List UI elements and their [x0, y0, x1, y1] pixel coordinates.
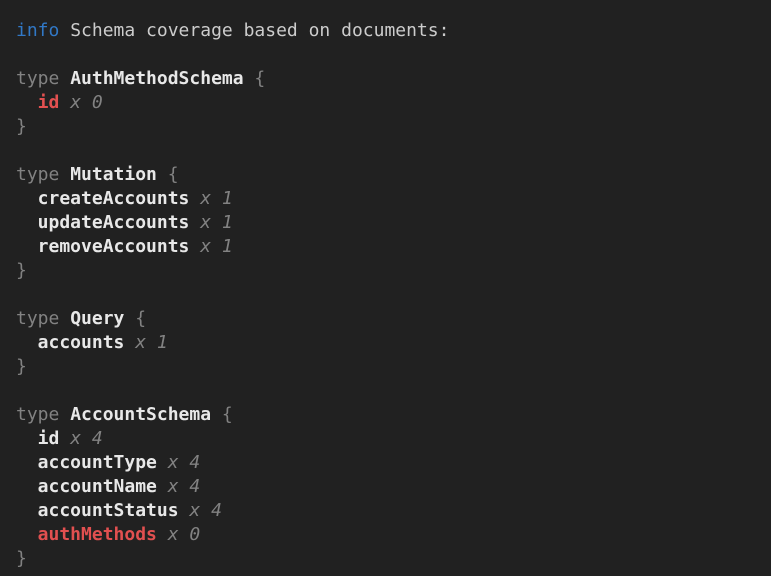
type-close-line: } — [16, 355, 763, 379]
type-name: Query — [70, 308, 124, 329]
field-line: idx4 — [16, 427, 763, 451]
field-line: accountType x4 — [16, 451, 763, 475]
hit-count: 1 — [222, 212, 233, 233]
hit-count: 4 — [189, 452, 200, 473]
type-close-line: } — [16, 547, 763, 571]
blank-line — [16, 43, 763, 67]
type-keyword: type — [16, 164, 59, 185]
field-line: accountName x4 — [16, 475, 763, 499]
field-name: id — [38, 428, 60, 449]
field-name: accountName — [38, 476, 157, 497]
open-brace: { — [135, 308, 146, 329]
type-open-line: type Mutation { — [16, 163, 763, 187]
field-name: accounts — [38, 332, 125, 353]
field-name: createAccounts — [38, 188, 190, 209]
blank-line — [16, 379, 763, 403]
close-brace: } — [16, 260, 27, 281]
hits-prefix: x — [168, 476, 179, 497]
type-keyword: type — [16, 308, 59, 329]
field-line: createAccounts x1 — [16, 187, 763, 211]
blank-line — [16, 139, 763, 163]
hits-prefix: x — [70, 92, 81, 113]
type-open-line: type AuthMethodSchema { — [16, 67, 763, 91]
close-brace: } — [16, 548, 27, 569]
hit-count: 4 — [189, 476, 200, 497]
info-label: info — [16, 20, 59, 41]
field-name: updateAccounts — [38, 212, 190, 233]
type-name: Mutation — [70, 164, 157, 185]
type-keyword: type — [16, 404, 59, 425]
open-brace: { — [254, 68, 265, 89]
field-name: authMethods — [38, 524, 157, 545]
hit-count: 0 — [189, 524, 200, 545]
hit-count: 0 — [92, 92, 103, 113]
field-line: accountStatus x4 — [16, 499, 763, 523]
type-close-line: } — [16, 259, 763, 283]
type-open-line: type Query { — [16, 307, 763, 331]
hit-count: 1 — [222, 236, 233, 257]
field-line: accounts x1 — [16, 331, 763, 355]
hits-prefix: x — [168, 452, 179, 473]
hit-count: 4 — [92, 428, 103, 449]
terminal-output: infoSchema coverage based on documents: … — [0, 0, 771, 571]
blank-line — [16, 283, 763, 307]
type-name: AuthMethodSchema — [70, 68, 243, 89]
hit-count: 4 — [211, 500, 222, 521]
type-open-line: type AccountSchema { — [16, 403, 763, 427]
hit-count: 1 — [157, 332, 168, 353]
open-brace: { — [222, 404, 233, 425]
log-message: Schema coverage based on documents: — [70, 20, 449, 41]
field-name: id — [38, 92, 60, 113]
close-brace: } — [16, 356, 27, 377]
hits-prefix: x — [70, 428, 81, 449]
hit-count: 1 — [222, 188, 233, 209]
field-line: updateAccounts x1 — [16, 211, 763, 235]
open-brace: { — [168, 164, 179, 185]
close-brace: } — [16, 116, 27, 137]
type-keyword: type — [16, 68, 59, 89]
hits-prefix: x — [168, 524, 179, 545]
field-name: accountStatus — [38, 500, 179, 521]
hits-prefix: x — [189, 500, 200, 521]
log-line-info: info Schema coverage based on documents: — [16, 19, 763, 43]
hits-prefix: x — [135, 332, 146, 353]
field-line: removeAccounts x1 — [16, 235, 763, 259]
hits-prefix: x — [200, 212, 211, 233]
type-close-line: } — [16, 115, 763, 139]
field-line: idx0 — [16, 91, 763, 115]
hits-prefix: x — [200, 236, 211, 257]
field-name: removeAccounts — [38, 236, 190, 257]
field-name: accountType — [38, 452, 157, 473]
type-name: AccountSchema — [70, 404, 211, 425]
hits-prefix: x — [200, 188, 211, 209]
field-line: authMethods x0 — [16, 523, 763, 547]
